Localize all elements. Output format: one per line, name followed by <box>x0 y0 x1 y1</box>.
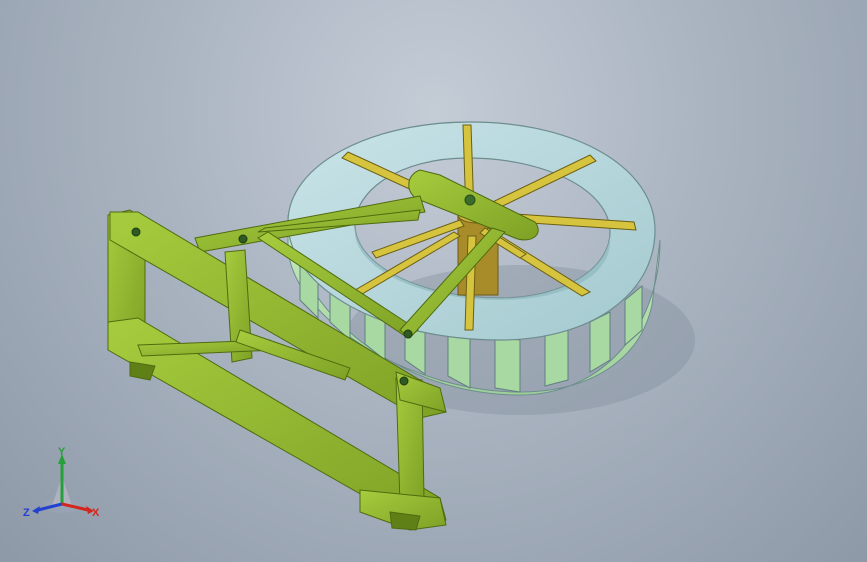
coordinate-triad: Y X Z <box>23 446 100 519</box>
graphics-viewport[interactable]: Y X Z <box>0 0 867 562</box>
main-frame <box>107 209 447 531</box>
cad-model[interactable] <box>0 0 867 562</box>
x-axis-label: X <box>92 507 100 519</box>
z-axis-label: Z <box>23 507 30 519</box>
z-axis-arrow <box>32 506 40 514</box>
y-axis-label: Y <box>58 446 66 458</box>
